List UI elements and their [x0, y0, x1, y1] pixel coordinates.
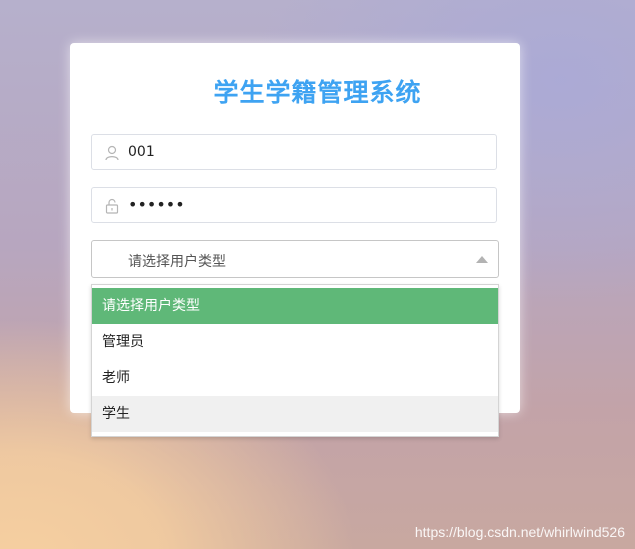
option-placeholder[interactable]: 请选择用户类型	[92, 288, 498, 324]
username-value: 001	[128, 144, 155, 160]
option-teacher[interactable]: 老师	[92, 360, 498, 396]
watermark: https://blog.csdn.net/whirlwind526	[414, 524, 625, 540]
username-field[interactable]: 001	[91, 134, 497, 170]
lock-icon	[104, 198, 120, 214]
user-type-dropdown: 请选择用户类型 管理员 老师 学生	[91, 284, 499, 437]
password-value: ••••••	[128, 195, 185, 214]
option-student[interactable]: 学生	[92, 396, 498, 432]
user-icon	[104, 145, 120, 161]
user-type-selected: 请选择用户类型	[128, 254, 226, 270]
page-title: 学生学籍管理系统	[213, 78, 422, 107]
caret-up-icon[interactable]	[476, 256, 488, 263]
user-type-select[interactable]: 请选择用户类型	[91, 240, 499, 278]
option-admin[interactable]: 管理员	[92, 324, 498, 360]
password-field[interactable]: ••••••	[91, 187, 497, 223]
